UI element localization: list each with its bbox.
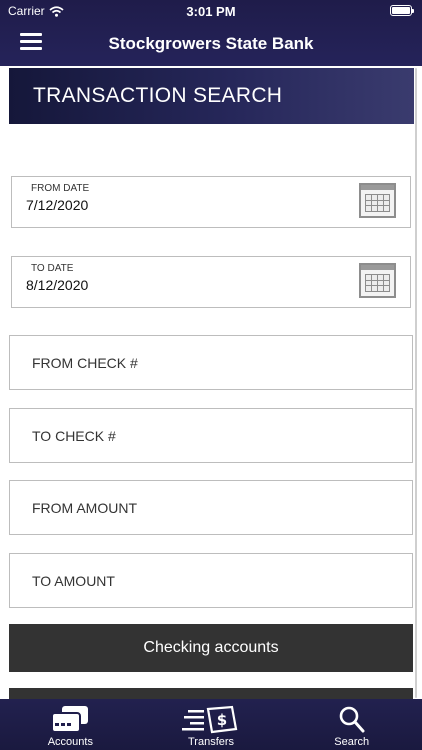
battery-icon — [390, 5, 414, 16]
app-title: Stockgrowers State Bank — [108, 34, 314, 53]
account-select-label: Checking accounts — [143, 639, 279, 656]
to-check-placeholder: TO CHECK # — [32, 428, 116, 444]
calendar-icon[interactable] — [359, 183, 396, 218]
tab-accounts-label: Accounts — [47, 736, 93, 748]
to-check-input[interactable]: TO CHECK # — [9, 408, 413, 463]
from-date-field[interactable]: FROM DATE 7/12/2020 — [11, 176, 411, 228]
calendar-icon[interactable] — [359, 263, 396, 298]
status-time: 3:01 PM — [186, 4, 236, 19]
svg-text:$: $ — [217, 711, 227, 729]
from-amount-input[interactable]: FROM AMOUNT — [9, 480, 413, 535]
to-amount-placeholder: TO AMOUNT — [32, 573, 115, 589]
cards-icon — [51, 706, 89, 733]
page-title-banner: TRANSACTION SEARCH — [9, 68, 414, 124]
money-transfer-icon: $ — [182, 705, 238, 734]
to-amount-input[interactable]: TO AMOUNT — [9, 553, 413, 608]
to-date-field[interactable]: TO DATE 8/12/2020 — [11, 256, 411, 308]
from-date-label: FROM DATE — [31, 183, 90, 194]
tab-transfers[interactable]: $ Transfers — [141, 699, 282, 750]
tab-search[interactable]: Search — [281, 699, 422, 750]
from-check-placeholder: FROM CHECK # — [32, 355, 138, 371]
tab-transfers-label: Transfers — [187, 736, 235, 748]
scroll-indicator[interactable] — [415, 68, 417, 698]
tab-search-label: Search — [334, 736, 370, 748]
app-header: Carrier 3:01 PM Stockgrowers State Bank — [0, 0, 422, 66]
to-date-label: TO DATE — [31, 263, 74, 274]
status-bar: Carrier 3:01 PM — [0, 0, 422, 22]
page-title: TRANSACTION SEARCH — [33, 84, 283, 107]
tab-accounts[interactable]: Accounts — [0, 699, 141, 750]
from-check-input[interactable]: FROM CHECK # — [9, 335, 413, 390]
to-date-value: 8/12/2020 — [26, 277, 89, 293]
from-amount-placeholder: FROM AMOUNT — [32, 500, 137, 516]
bottom-tab-bar: Accounts $ Transfers Search — [0, 699, 422, 750]
from-date-value: 7/12/2020 — [26, 197, 89, 213]
search-icon — [339, 706, 365, 733]
account-select-button[interactable]: Checking accounts — [9, 624, 413, 672]
